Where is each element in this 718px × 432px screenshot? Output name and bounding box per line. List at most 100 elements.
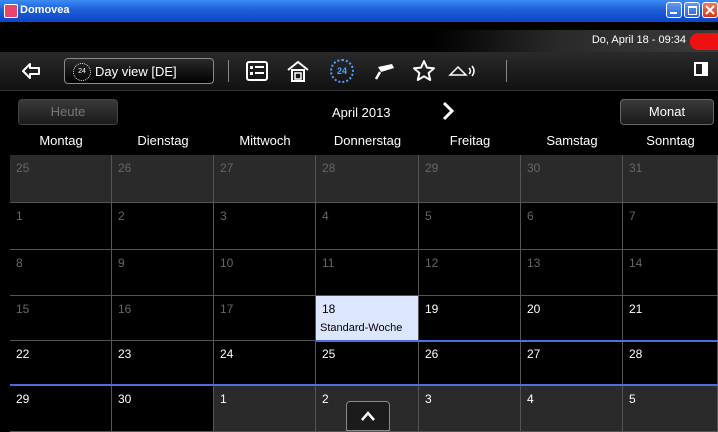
day-cell[interactable]: 27 xyxy=(214,155,316,203)
window-titlebar: Domovea xyxy=(0,0,718,22)
day-number: 30 xyxy=(527,161,541,175)
panel-icon[interactable] xyxy=(694,62,708,76)
day-cell[interactable]: 30 xyxy=(521,155,623,203)
day-cell[interactable]: 1 xyxy=(10,203,112,250)
day-cell[interactable]: 4 xyxy=(316,203,419,250)
day-cell[interactable]: 3 xyxy=(214,203,316,250)
day-cell[interactable]: 27 xyxy=(521,341,623,386)
day-number: 22 xyxy=(16,347,30,361)
day-number: 5 xyxy=(629,392,636,406)
weekday-dienstag: Dienstag xyxy=(137,133,189,148)
back-arrow-icon[interactable] xyxy=(20,60,42,82)
event-label[interactable]: Standard-Woche xyxy=(320,322,402,334)
day-number: 2 xyxy=(118,209,125,223)
day-number: 1 xyxy=(16,209,23,223)
day-number: 25 xyxy=(322,347,336,361)
day-cell[interactable]: 21 xyxy=(623,296,718,341)
day-cell[interactable]: 30 xyxy=(112,386,214,432)
day-cell[interactable]: 19 xyxy=(419,296,521,341)
toolbar-separator xyxy=(506,60,507,82)
chevron-up-icon xyxy=(361,411,375,421)
day-cell[interactable]: 31 xyxy=(623,155,718,203)
today-button[interactable]: Heute xyxy=(18,99,118,125)
alarm-indicator[interactable] xyxy=(690,33,718,50)
day-number: 1 xyxy=(220,392,227,406)
day-cell[interactable]: 24 xyxy=(214,341,316,386)
weekday-samstag: Samstag xyxy=(546,133,598,148)
close-button[interactable] xyxy=(702,2,718,18)
day-number: 14 xyxy=(629,256,643,270)
month-title: April 2013 xyxy=(332,105,391,120)
maximize-button[interactable] xyxy=(684,2,700,18)
day-cell[interactable]: 26 xyxy=(419,341,521,386)
day-cell[interactable]: 18 Standard-Woche xyxy=(316,296,419,341)
day-cell[interactable]: 12 xyxy=(419,250,521,296)
day-cell[interactable]: 17 xyxy=(214,296,316,341)
day-cell[interactable]: 5 xyxy=(623,386,718,432)
month-view-button[interactable]: Monat xyxy=(620,99,714,125)
day-cell[interactable]: 16 xyxy=(112,296,214,341)
day-number: 26 xyxy=(118,161,132,175)
day-number: 26 xyxy=(425,347,439,361)
camera-icon[interactable] xyxy=(372,59,396,83)
calendar-nav: Heute April 2013 Monat xyxy=(0,91,718,131)
day-cell[interactable]: 26 xyxy=(112,155,214,203)
timer-24-icon[interactable]: 24 xyxy=(330,59,354,83)
day-number: 30 xyxy=(118,392,132,406)
day-cell[interactable]: 1 xyxy=(214,386,316,432)
week-highlight-line xyxy=(10,384,718,386)
sound-icon[interactable] xyxy=(448,59,478,83)
day-cell[interactable]: 5 xyxy=(419,203,521,250)
day-cell[interactable]: 28 xyxy=(623,341,718,386)
home-icon[interactable] xyxy=(286,59,310,83)
day-cell[interactable]: 10 xyxy=(214,250,316,296)
toolbar: 24 Day view [DE] 24 xyxy=(0,52,718,91)
day-cell[interactable]: 14 xyxy=(623,250,718,296)
day-number: 24 xyxy=(220,347,234,361)
toolbar-separator xyxy=(228,60,229,82)
day-cell[interactable]: 9 xyxy=(112,250,214,296)
day-number: 6 xyxy=(527,209,534,223)
day-cell[interactable]: 4 xyxy=(521,386,623,432)
day-cell[interactable]: 29 xyxy=(419,155,521,203)
day-cell[interactable]: 7 xyxy=(623,203,718,250)
day-number: 3 xyxy=(220,209,227,223)
day-number: 27 xyxy=(220,161,234,175)
app-icon xyxy=(4,4,18,18)
scroll-up-button[interactable] xyxy=(346,401,390,431)
weekday-donnerstag: Donnerstag xyxy=(333,133,402,148)
next-month-icon[interactable] xyxy=(438,101,458,121)
day-number: 23 xyxy=(118,347,132,361)
list-icon[interactable] xyxy=(245,59,269,83)
day-cell[interactable]: 23 xyxy=(112,341,214,386)
day-cell[interactable]: 3 xyxy=(419,386,521,432)
status-bar: Do, April 18 - 09:34 xyxy=(0,30,718,52)
day-cell[interactable]: 22 xyxy=(10,341,112,386)
minimize-button[interactable] xyxy=(666,2,682,18)
day-cell[interactable]: 28 xyxy=(316,155,419,203)
day-number: 10 xyxy=(220,256,234,270)
day-number: 20 xyxy=(527,302,541,316)
day-number: 19 xyxy=(425,302,439,316)
day-cell[interactable]: 20 xyxy=(521,296,623,341)
day-cell[interactable]: 6 xyxy=(521,203,623,250)
day-cell[interactable]: 29 xyxy=(10,386,112,432)
day-number: 7 xyxy=(629,209,636,223)
day-number: 8 xyxy=(16,256,23,270)
day-cell[interactable]: 15 xyxy=(10,296,112,341)
view-selector[interactable]: 24 Day view [DE] xyxy=(64,58,214,84)
day-cell[interactable]: 25 xyxy=(316,341,419,386)
status-datetime: Do, April 18 - 09:34 xyxy=(591,34,686,46)
view-selector-label: Day view [DE] xyxy=(95,64,177,79)
day-cell[interactable]: 25 xyxy=(10,155,112,203)
day-cell[interactable]: 13 xyxy=(521,250,623,296)
day-cell[interactable]: 8 xyxy=(10,250,112,296)
star-icon[interactable] xyxy=(412,59,436,83)
close-icon xyxy=(705,5,715,15)
window-title: Domovea xyxy=(20,4,70,16)
day-number: 28 xyxy=(629,347,643,361)
timer-24-icon: 24 xyxy=(73,63,91,81)
day-cell[interactable]: 11 xyxy=(316,250,419,296)
day-cell[interactable]: 2 xyxy=(112,203,214,250)
day-number: 5 xyxy=(425,209,432,223)
